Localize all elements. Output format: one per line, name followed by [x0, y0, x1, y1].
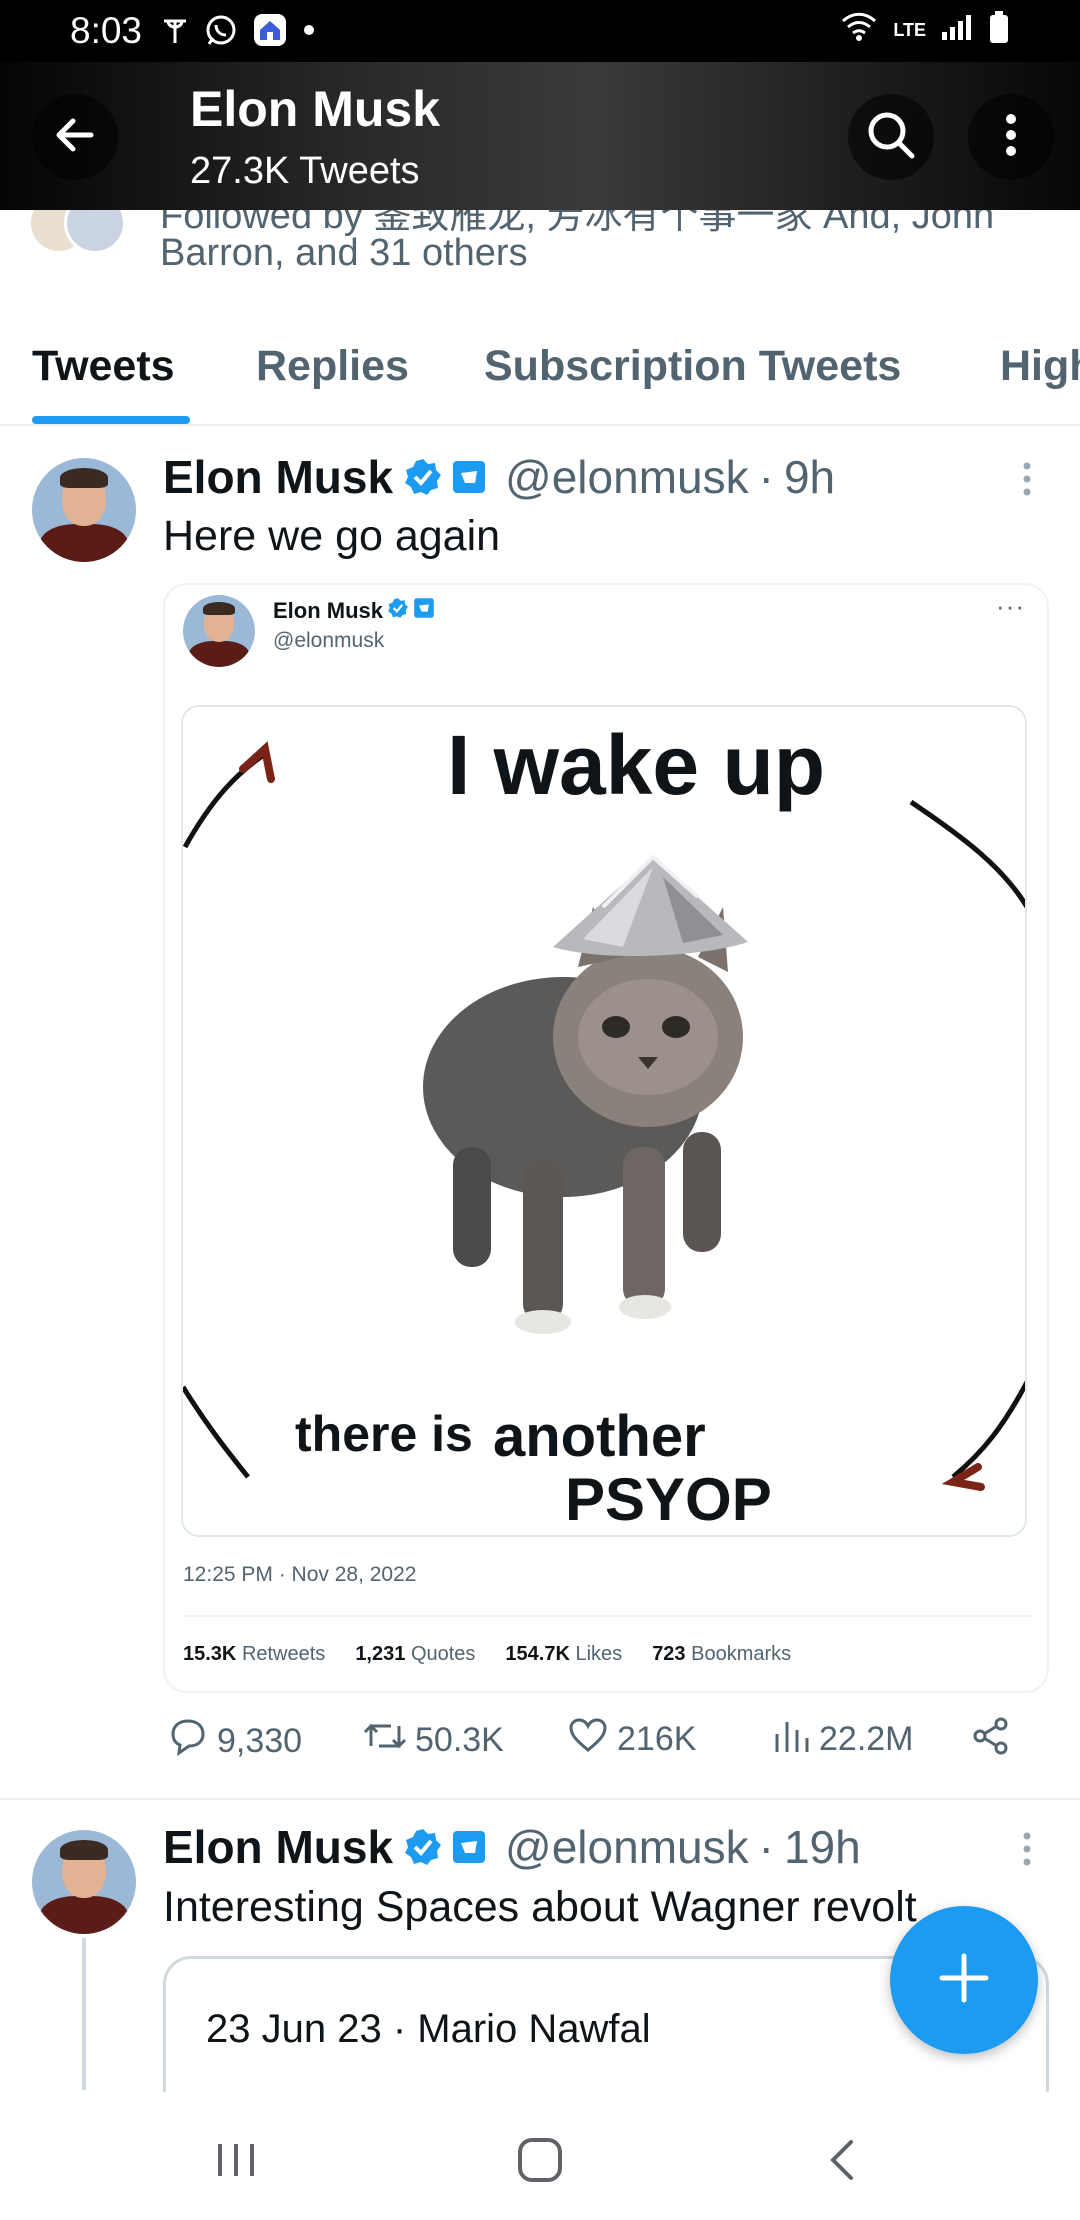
twitter-blue-square-icon [451, 459, 487, 495]
status-bar: 8:03 LTE [0, 0, 1080, 62]
tab-tweets[interactable]: Tweets [32, 342, 175, 391]
quoted-more-icon: ··· [996, 591, 1025, 621]
system-nav-bar [0, 2092, 1080, 2220]
more-vertical-icon [1003, 111, 1019, 164]
verified-badge-icon [403, 457, 443, 497]
tweet-actions: 9,330 50.3K 216K 22.2M [163, 1716, 1023, 1776]
tweet-time: 9h [783, 451, 836, 503]
dot-separator: · [758, 1821, 774, 1873]
views-button[interactable]: 22.2M [773, 1716, 914, 1763]
recent-apps-button[interactable] [196, 2122, 276, 2202]
tab-replies[interactable]: Replies [256, 342, 409, 391]
quoted-tweet-card[interactable]: Elon Musk @elonmusk ··· I wake up there … [163, 583, 1049, 1693]
search-icon [865, 109, 917, 166]
meme-image[interactable]: I wake up there is another PSYOP [181, 705, 1027, 1537]
like-button[interactable]: 216K [567, 1716, 696, 1763]
share-button[interactable] [971, 1716, 1011, 1765]
battery-icon [988, 10, 1010, 49]
avatar[interactable] [32, 1830, 136, 1934]
thread-line [82, 1938, 86, 2090]
reply-button[interactable]: 9,330 [167, 1716, 302, 1767]
like-count: 216K [617, 1720, 697, 1758]
tweet-header: Elon Musk @elonmusk · 9h [163, 450, 835, 504]
spaces-card-meta: 23 Jun 23 · Mario Nawfal [206, 2007, 651, 2052]
spaces-date: 23 Jun 23 [206, 2007, 382, 2051]
quoted-author: Elon Musk [273, 597, 435, 625]
back-arrow-icon [51, 111, 99, 164]
meme-bottom-text-3: PSYOP [565, 1466, 772, 1533]
spaces-host: Mario Nawfal [417, 2007, 651, 2051]
status-time: 8:03 [70, 10, 143, 51]
tweet-more-icon[interactable] [1014, 1830, 1040, 1875]
followed-by-text: Barron, and 31 others [160, 232, 528, 274]
tweet-header: Elon Musk @elonmusk · 19h [163, 1820, 861, 1874]
meme-top-text: I wake up [446, 718, 826, 812]
quoted-stats: 15.3K Retweets 1,231 Quotes 154.7K Likes… [183, 1643, 791, 1666]
verified-badge-icon [403, 1827, 443, 1867]
wifi-icon [839, 11, 879, 48]
whatsapp-icon [204, 13, 238, 52]
retweet-count: 50.3K [415, 1721, 504, 1759]
recent-apps-icon [214, 2140, 258, 2185]
dot-separator: · [392, 2007, 407, 2051]
quoted-author-name: Elon Musk [273, 598, 384, 623]
author-name[interactable]: Elon Musk [163, 1820, 393, 1874]
signal-icon [940, 12, 974, 47]
tweet-text: Interesting Spaces about Wagner revolt [163, 1883, 917, 1931]
avatar [183, 595, 255, 667]
meme-bottom-text-1: there is [295, 1406, 473, 1462]
network-type: LTE [893, 19, 926, 40]
back-button[interactable] [32, 94, 118, 180]
dot-separator: · [758, 451, 774, 503]
views-count: 22.2M [819, 1720, 914, 1758]
tweet-more-icon[interactable] [1014, 460, 1040, 505]
author-name[interactable]: Elon Musk [163, 450, 393, 504]
home-app-icon [252, 12, 288, 53]
plus-icon [936, 1950, 992, 2011]
search-button[interactable] [848, 94, 934, 180]
divider [0, 1798, 1080, 1800]
stat-likes: 154.7K Likes [505, 1643, 623, 1665]
tweet-count: 27.3K Tweets [190, 150, 420, 192]
profile-header: Elon Musk 27.3K Tweets [0, 62, 1080, 210]
follower-avatars [28, 210, 148, 262]
dot-icon [302, 23, 316, 42]
author-handle: @elonmusk [505, 451, 749, 503]
back-chevron-icon [823, 2136, 857, 2189]
quoted-author-handle: @elonmusk [273, 629, 385, 652]
reply-icon [167, 1716, 209, 1767]
stat-bookmarks: 723 Bookmarks [652, 1643, 792, 1665]
heart-icon [567, 1716, 609, 1763]
profile-name: Elon Musk [190, 81, 441, 137]
home-icon [516, 2136, 564, 2189]
profile-tabs: Tweets Replies Subscription Tweets Highl… [0, 330, 1080, 426]
back-button[interactable] [800, 2122, 880, 2202]
meme-bottom-text-2: another [493, 1404, 706, 1469]
home-button[interactable] [500, 2122, 580, 2202]
tab-subscription-tweets[interactable]: Subscription Tweets [484, 342, 901, 391]
antenna-icon [160, 15, 190, 50]
more-button[interactable] [968, 94, 1054, 180]
share-icon [971, 1716, 1011, 1765]
retweet-icon [363, 1716, 407, 1765]
active-tab-indicator [32, 416, 190, 424]
twitter-blue-square-icon [413, 597, 435, 625]
retweet-button[interactable]: 50.3K [363, 1716, 504, 1765]
author-handle: @elonmusk [505, 1821, 749, 1873]
quoted-datetime: 12:25 PM · Nov 28, 2022 [183, 1563, 417, 1586]
stat-retweets: 15.3K Retweets [183, 1643, 326, 1665]
tweet-text: Here we go again [163, 512, 501, 560]
stat-quotes: 1,231 Quotes [355, 1643, 476, 1665]
tweet-time: 19h [783, 1821, 861, 1873]
compose-tweet-button[interactable] [890, 1906, 1038, 2054]
verified-badge-icon [387, 597, 409, 625]
avatar[interactable] [32, 458, 136, 562]
divider [183, 1615, 1031, 1617]
twitter-blue-square-icon [451, 1829, 487, 1865]
reply-count: 9,330 [217, 1722, 303, 1760]
followed-by[interactable]: Followed by 鉴致雁龙, 芳冰有个事一家 And, John Barr… [0, 210, 1080, 290]
views-chart-icon [773, 1716, 811, 1763]
tab-highlights[interactable]: Highlights [1000, 342, 1080, 391]
